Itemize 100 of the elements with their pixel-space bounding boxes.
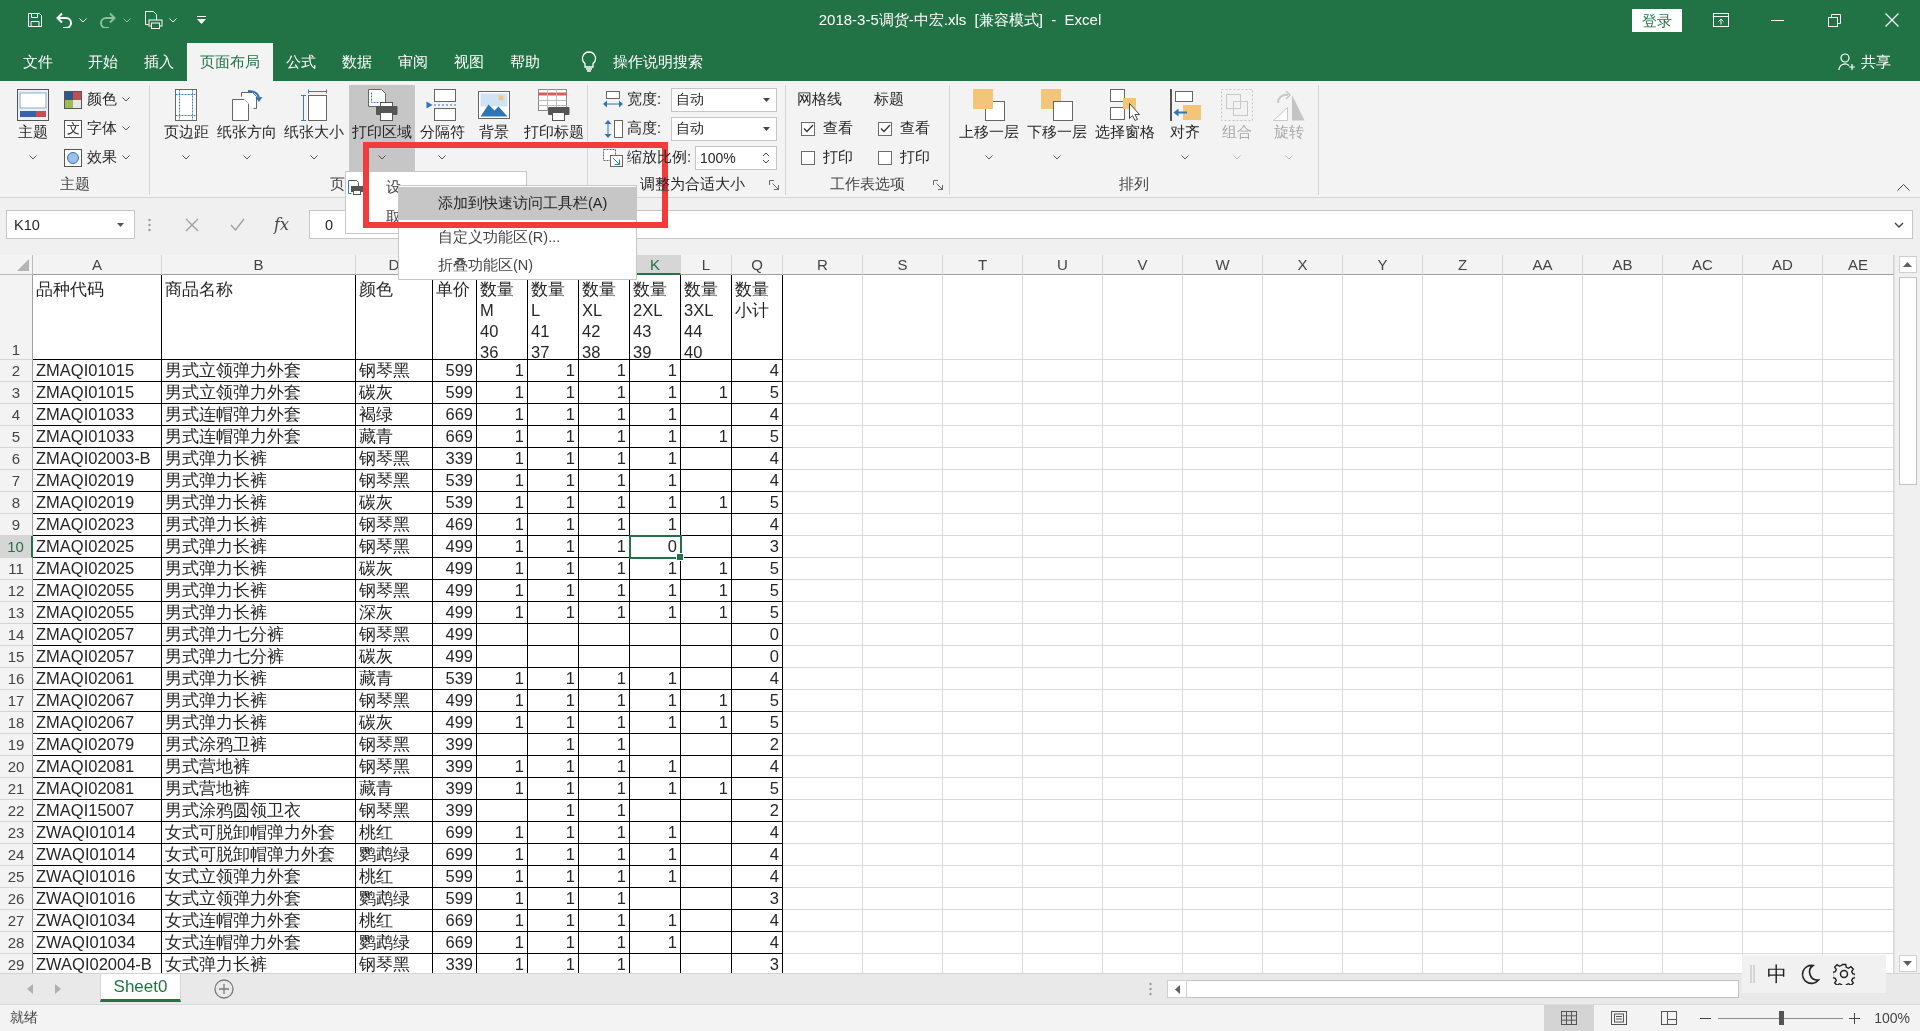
collapse-ribbon-icon[interactable] — [1897, 184, 1910, 191]
sheet-tab[interactable]: Sheet0 — [100, 974, 181, 1002]
scrollbar-thumb[interactable] — [1898, 277, 1917, 485]
column-header[interactable]: S — [863, 255, 943, 275]
moon-icon[interactable] — [1799, 963, 1821, 985]
menu-item[interactable]: 设 — [346, 172, 398, 202]
share-button[interactable]: 共享 — [1838, 43, 1891, 81]
row-header[interactable]: 27 — [0, 910, 33, 932]
ribbon-tab[interactable]: 页面布局 — [187, 43, 273, 81]
checkbox[interactable] — [801, 121, 815, 136]
column-header[interactable]: AD — [1743, 255, 1823, 275]
row-header[interactable]: 8 — [0, 492, 33, 514]
scroll-left-button[interactable] — [1167, 980, 1187, 998]
dropdown-field[interactable]: 自动 — [671, 116, 777, 141]
row-header[interactable]: 9 — [0, 514, 33, 536]
row-header[interactable]: 10 — [0, 536, 33, 558]
background-button[interactable]: 背景 — [469, 85, 520, 171]
zoom-slider-thumb[interactable] — [1778, 1011, 1784, 1025]
column-header[interactable]: B — [162, 255, 356, 275]
row-header[interactable]: 25 — [0, 866, 33, 888]
checkmark-icon[interactable] — [230, 218, 245, 231]
scroll-up-button[interactable] — [1898, 256, 1917, 273]
selection-pane-button[interactable]: 选择窗格 — [1092, 85, 1158, 171]
column-header[interactable]: T — [943, 255, 1023, 275]
fonts-button[interactable]: 文 字体 — [64, 114, 130, 143]
ribbon-tab[interactable]: 视图 — [441, 43, 497, 81]
column-header[interactable]: AC — [1663, 255, 1743, 275]
zoom-percentage[interactable]: 100% — [1874, 1010, 1910, 1026]
row-header[interactable]: 17 — [0, 690, 33, 712]
row-header[interactable]: 16 — [0, 668, 33, 690]
column-header[interactable]: Q — [732, 255, 783, 275]
checkbox[interactable] — [878, 121, 892, 136]
spinner-field[interactable]: 100% — [695, 145, 777, 170]
ribbon-tab[interactable]: 帮助 — [497, 43, 553, 81]
add-circle-icon[interactable] — [214, 979, 234, 999]
normal-button[interactable] — [1544, 1005, 1595, 1031]
checkbox[interactable] — [878, 150, 892, 165]
row-header[interactable]: 18 — [0, 712, 33, 734]
vertical-scrollbar[interactable] — [1894, 255, 1920, 973]
column-header[interactable]: X — [1263, 255, 1343, 275]
menu-item[interactable]: 添加到快速访问工具栏(A) — [399, 187, 636, 220]
plus-icon[interactable] — [1849, 1012, 1861, 1024]
ribbon-tab[interactable]: 审阅 — [385, 43, 441, 81]
row-header[interactable]: 5 — [0, 426, 33, 448]
size-button[interactable]: 纸张大小 — [281, 85, 347, 171]
grip-dots-icon[interactable] — [148, 217, 151, 232]
row-header[interactable]: 22 — [0, 800, 33, 822]
grip-lines-icon[interactable] — [1750, 965, 1755, 983]
row-header[interactable]: 7 — [0, 470, 33, 492]
sign-in-button[interactable]: 登录 — [1632, 8, 1682, 32]
row-header[interactable]: 4 — [0, 404, 33, 426]
print-titles-button[interactable]: 打印标题 — [521, 85, 588, 171]
ribbon-tab[interactable]: 公式 — [273, 43, 329, 81]
row-header[interactable]: 21 — [0, 778, 33, 800]
checkbox[interactable] — [801, 150, 815, 165]
bring-forward-button[interactable]: 上移一层 — [956, 85, 1022, 171]
row-header[interactable]: 11 — [0, 558, 33, 580]
row-header[interactable]: 29 — [0, 954, 33, 973]
tell-me-search[interactable]: 操作说明搜索 — [613, 43, 703, 81]
row-header[interactable]: 15 — [0, 646, 33, 668]
row-header[interactable]: 26 — [0, 888, 33, 910]
ribbon-tab[interactable]: 开始 — [75, 43, 131, 81]
insert-function-button[interactable]: fx — [274, 215, 289, 234]
column-header[interactable]: Z — [1423, 255, 1503, 275]
grip-dots-icon[interactable] — [1149, 982, 1152, 996]
dropdown-field[interactable]: 自动 — [671, 87, 777, 112]
column-header[interactable]: Y — [1343, 255, 1423, 275]
row-header[interactable]: 2 — [0, 360, 33, 382]
row-header[interactable]: 20 — [0, 756, 33, 778]
column-header[interactable]: R — [783, 255, 863, 275]
row-header[interactable]: 6 — [0, 448, 33, 470]
ribbon-tab[interactable]: 插入 — [131, 43, 187, 81]
themes-button[interactable]: 主题 — [8, 85, 58, 171]
row-header[interactable]: 1 — [0, 275, 33, 360]
column-header[interactable]: U — [1023, 255, 1103, 275]
row-header[interactable]: 19 — [0, 734, 33, 756]
send-backward-button[interactable]: 下移一层 — [1024, 85, 1090, 171]
print-area-button[interactable]: 打印区域 — [349, 85, 415, 171]
row-header[interactable]: 12 — [0, 580, 33, 602]
dialog-launcher-icon[interactable] — [933, 180, 943, 190]
column-header[interactable]: AE — [1823, 255, 1894, 275]
effects-button[interactable]: 效果 — [64, 143, 130, 172]
ribbon-tab[interactable]: 数据 — [329, 43, 385, 81]
fill-handle-icon[interactable] — [676, 553, 684, 561]
row-header[interactable]: 3 — [0, 382, 33, 404]
column-header[interactable]: L — [681, 255, 732, 275]
column-header[interactable]: W — [1183, 255, 1263, 275]
row-header[interactable]: 28 — [0, 932, 33, 954]
scroll-down-button[interactable] — [1898, 955, 1917, 972]
breaks-button[interactable]: 分隔符 — [416, 85, 468, 171]
orientation-button[interactable]: 纸张方向 — [213, 85, 280, 171]
ribbon-tab[interactable]: 文件 — [0, 43, 75, 81]
input-mode-button[interactable]: 中 — [1767, 960, 1787, 988]
margins-button[interactable]: 页边距 — [161, 85, 212, 171]
column-header[interactable]: AA — [1503, 255, 1583, 275]
dialog-launcher-icon[interactable] — [769, 180, 779, 190]
align-button[interactable]: 对齐 — [1160, 85, 1210, 171]
name-box[interactable]: K10 — [6, 210, 135, 239]
settings-icon[interactable] — [1833, 963, 1855, 985]
minus-icon[interactable] — [1700, 1017, 1712, 1019]
